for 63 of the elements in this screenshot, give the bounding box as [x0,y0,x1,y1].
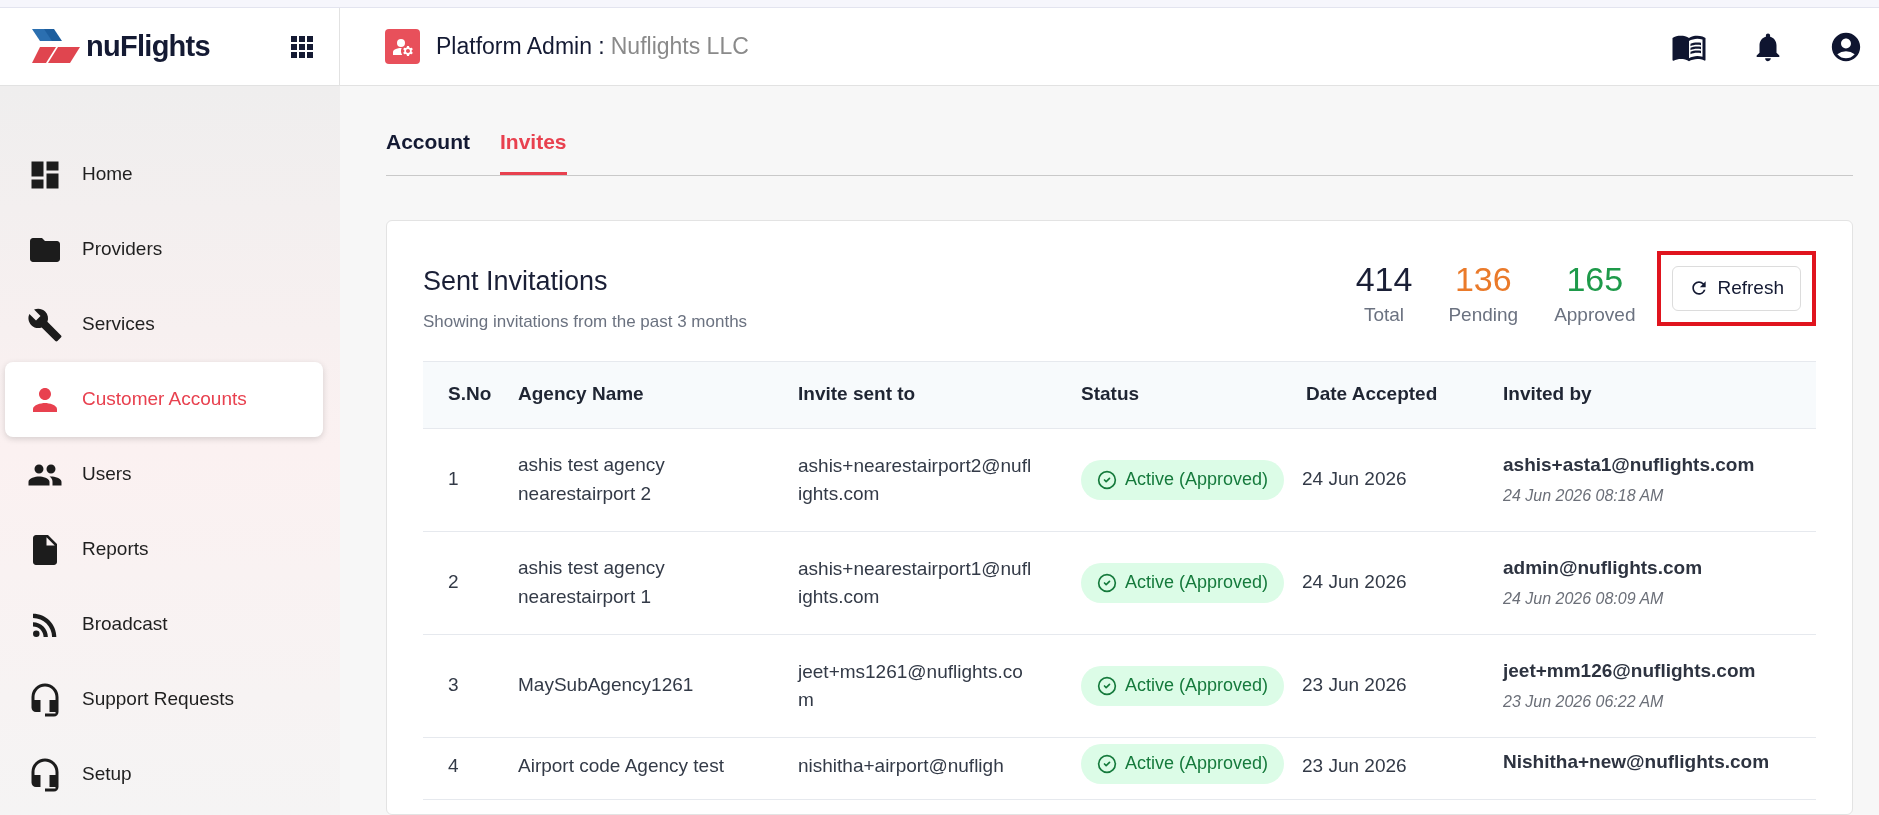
sidebar-item[interactable]: Providers [5,212,323,287]
stat-label: Pending [1448,302,1519,327]
table-cell: MaySubAgency1261 [518,674,694,696]
tab[interactable]: Account [386,126,470,175]
inviter-email: ashis+asta1@nuflights.com [1503,453,1756,478]
column-header: S.No [448,383,492,405]
check-circle-icon [1097,469,1117,490]
card-title: Sent Invitations [423,264,609,298]
inviter-email: jeet+mm126@nuflights.com [1503,659,1757,684]
table-cell-text: jeet+ms1261@nuflights.com [798,659,1024,712]
table-cell: ashis test agency nearestairport 2 [518,454,665,504]
status-badge: Active (Approved) [1081,665,1285,706]
column-header: Invited by [1503,383,1592,405]
table-cell: 24 Jun 2026 [1302,468,1407,490]
wrench-icon [27,306,63,343]
invited-timestamp: 23 Jun 2026 06:22 AM [1503,691,1665,712]
stat-value: 165 [1566,258,1624,299]
check-circle-icon [1097,753,1117,774]
table-cell: 3 [448,674,459,696]
tab[interactable]: Invites [500,126,567,175]
table-cell-text: ashis+nearestairport2@nuflights.com [798,453,1033,506]
sidebar-item[interactable]: Services [5,287,323,362]
sidebar-item[interactable]: Broadcast [5,587,323,662]
column-header: Invite sent to [798,383,916,405]
check-circle-icon [1097,572,1117,593]
table-cell: 23 Jun 2026 [1302,674,1407,696]
table-cell: 23 Jun 2026 [1302,754,1407,776]
page-title: Platform Admin : [436,32,605,62]
inviter-email: Nishitha+new@nuflights.com [1503,749,1771,774]
stat-value: 414 [1355,258,1413,299]
sidebar-item[interactable]: Users [5,437,323,512]
column-header: Status [1081,383,1140,405]
table-cell: 4 [448,754,459,776]
brand-name: nuFlights [86,28,210,64]
app-grid-icon[interactable] [291,35,313,58]
status-badge: Active (Approved) [1081,562,1285,603]
table-cell: 2 [448,571,459,593]
sidebar-item[interactable]: Support Requests [5,662,323,737]
sidebar-item[interactable]: Setup [5,737,323,812]
status-badge: Active (Approved) [1081,459,1285,500]
sidebar-item[interactable]: Reports [5,512,323,587]
invited-timestamp: 24 Jun 2026 08:09 AM [1503,588,1665,609]
check-circle-icon [1097,675,1117,696]
card-subtitle: Showing invitations from the past 3 months [423,311,748,333]
table-cell: ashis test agency nearestairport 1 [518,557,665,607]
stat-value: 136 [1454,258,1512,299]
sidebar-item[interactable]: Customer Accounts [5,362,323,437]
stat-label: Approved [1554,302,1636,327]
table-cell: 24 Jun 2026 [1302,571,1407,593]
sidebar-item[interactable]: Home [5,137,323,212]
table-cell-text: ashis+nearestairport1@nuflights.com [798,556,1033,609]
column-header: Agency Name [518,383,644,405]
table-cell: Airport code Agency test [518,754,724,776]
invited-timestamp: 24 Jun 2026 08:18 AM [1503,485,1665,506]
inviter-email: admin@nuflights.com [1503,556,1704,581]
admin-settings-icon [385,29,420,64]
column-header: Date Accepted [1306,383,1438,405]
table-cell: 1 [448,468,459,490]
refresh-button[interactable]: Refresh [1672,265,1801,311]
stat-label: Total [1363,302,1405,327]
status-badge: Active (Approved) [1081,743,1285,784]
organization-name: Nuflights LLC [610,32,749,62]
table-cell-text: nishitha+airport@nufligh [798,753,1005,778]
